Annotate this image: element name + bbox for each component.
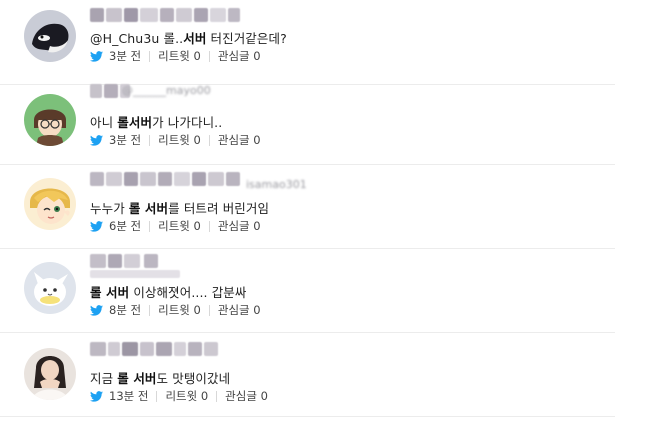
author-handle-blurred: isamao301 [246, 178, 307, 191]
tweet-time[interactable]: 3분 전 [109, 48, 141, 64]
tweet-meta: 3분 전 리트윗 0 관심글 0 [90, 132, 261, 148]
author-name-blurred [88, 252, 288, 278]
divider [208, 134, 210, 146]
author-name-blurred: @______mayo00 [88, 82, 288, 100]
tweet-item[interactable]: isamao301 누누가 롤 서버를 터트려 버린거임 6분 전 리트윗 0 … [0, 164, 615, 249]
tweet-time[interactable]: 6분 전 [109, 218, 141, 234]
tweet-text: 아니 롤서버가 나가다니.. [90, 115, 223, 130]
twitter-bird-icon [90, 390, 103, 402]
tweet-text: @H_Chu3u 롤..서버 터진거같은데? [90, 31, 287, 46]
divider [149, 50, 151, 62]
white-creature-avatar[interactable] [24, 262, 76, 314]
tweet-feed: @H_Chu3u 롤..서버 터진거같은데? 3분 전 리트윗 0 관심글 0 [0, 0, 649, 424]
tweet-meta: 6분 전 리트윗 0 관심글 0 [90, 218, 261, 234]
divider [208, 50, 210, 62]
divider [216, 390, 218, 402]
favorite-count[interactable]: 관심글 0 [218, 48, 261, 64]
tweet-time[interactable]: 3분 전 [109, 132, 141, 148]
retweet-count[interactable]: 리트윗 0 [158, 218, 201, 234]
divider [208, 220, 210, 232]
favorite-count[interactable]: 관심글 0 [218, 302, 261, 318]
retweet-count[interactable]: 리트윗 0 [158, 48, 201, 64]
tweet-meta: 13분 전 리트윗 0 관심글 0 [90, 388, 268, 404]
tweet-meta: 3분 전 리트윗 0 관심글 0 [90, 48, 261, 64]
tweet-time[interactable]: 13분 전 [109, 388, 148, 404]
divider [156, 390, 158, 402]
divider [149, 134, 151, 146]
author-name-blurred [88, 6, 288, 24]
retweet-count[interactable]: 리트윗 0 [158, 132, 201, 148]
favorite-count[interactable]: 관심글 0 [225, 388, 268, 404]
tweet-item[interactable]: 지금 롤 서버도 맛탱이갔네 13분 전 리트윗 0 관심글 0 [0, 332, 615, 417]
orca-avatar[interactable] [24, 10, 76, 62]
blonde-winking-avatar[interactable] [24, 178, 76, 230]
author-name-blurred: isamao301 [88, 170, 328, 191]
tweet-item[interactable]: @______mayo00 아니 롤서버가 나가다니.. 3분 전 리트윗 0 … [0, 80, 615, 165]
favorite-count[interactable]: 관심글 0 [218, 132, 261, 148]
tweet-text: 누누가 롤 서버를 터트려 버린거임 [90, 201, 270, 216]
tweet-item[interactable]: 롤 서버 이상해졋어.... 갑분싸 8분 전 리트윗 0 관심글 0 [0, 248, 615, 333]
tweet-text: 지금 롤 서버도 맛탱이갔네 [90, 371, 231, 386]
divider [149, 304, 151, 316]
photo-girl-avatar[interactable] [24, 348, 76, 400]
favorite-count[interactable]: 관심글 0 [218, 218, 261, 234]
tweet-meta: 8분 전 리트윗 0 관심글 0 [90, 302, 261, 318]
tweet-text: 롤 서버 이상해졋어.... 갑분싸 [90, 285, 247, 300]
twitter-bird-icon [90, 50, 103, 62]
glasses-boy-avatar[interactable] [24, 94, 76, 146]
twitter-bird-icon [90, 134, 103, 146]
tweet-time[interactable]: 8분 전 [109, 302, 141, 318]
retweet-count[interactable]: 리트윗 0 [158, 302, 201, 318]
divider [208, 304, 210, 316]
tweet-item[interactable]: @H_Chu3u 롤..서버 터진거같은데? 3분 전 리트윗 0 관심글 0 [0, 0, 615, 85]
author-handle-blurred: @______mayo00 [122, 84, 211, 97]
divider [149, 220, 151, 232]
retweet-count[interactable]: 리트윗 0 [165, 388, 208, 404]
author-name-blurred [88, 340, 248, 358]
twitter-bird-icon [90, 304, 103, 316]
twitter-bird-icon [90, 220, 103, 232]
